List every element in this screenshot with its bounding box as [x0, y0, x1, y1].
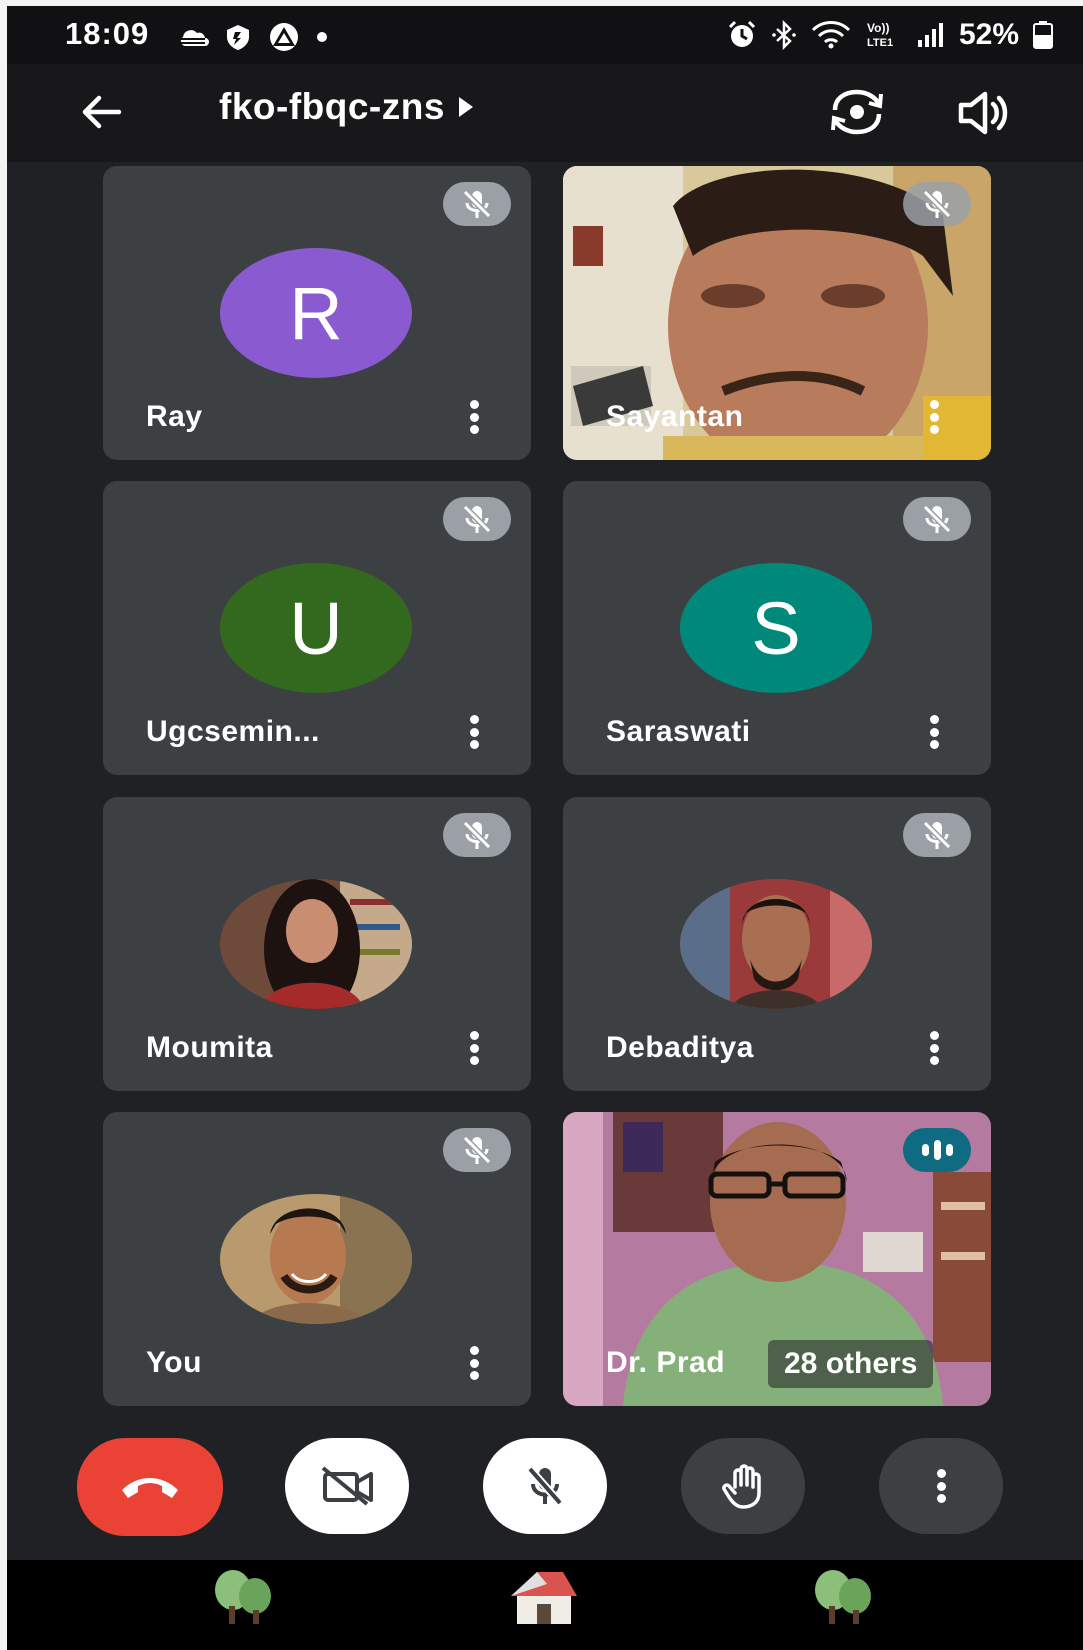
back-arrow-icon[interactable]	[75, 86, 127, 138]
participant-name: Ray	[146, 400, 203, 433]
participant-tile[interactable]: Debaditya	[563, 797, 991, 1091]
avatar: R	[220, 248, 412, 378]
participant-tile[interactable]: Dr. Prad 28 others	[563, 1112, 991, 1406]
trees-icon[interactable]	[809, 1568, 879, 1626]
avatar-photo	[220, 879, 412, 1009]
more-options-icon[interactable]	[929, 1031, 939, 1065]
mic-off-badge	[443, 182, 511, 226]
mic-off-icon	[922, 504, 952, 534]
svg-text:Vo)): Vo))	[867, 21, 889, 35]
alarm-icon	[728, 20, 756, 47]
mic-off-badge	[903, 182, 971, 226]
mic-off-badge	[903, 813, 971, 857]
raise-hand-icon	[722, 1464, 761, 1509]
others-count-badge[interactable]: 28 others	[768, 1340, 934, 1388]
more-options-icon[interactable]	[469, 715, 479, 749]
wifi-icon	[811, 21, 851, 49]
arrow-up-icon	[270, 23, 298, 51]
mic-off-icon	[527, 1466, 563, 1506]
meeting-app-bar: fko-fbqc-zns	[7, 64, 1083, 162]
shield-icon	[227, 25, 249, 50]
more-options-icon[interactable]	[469, 1031, 479, 1065]
avatar: S	[680, 563, 872, 693]
participant-name: You	[146, 1346, 202, 1379]
meeting-title-button[interactable]: fko-fbqc-zns	[219, 86, 473, 128]
call-controls	[7, 1390, 1083, 1536]
mic-off-badge	[903, 497, 971, 541]
meeting-code: fko-fbqc-zns	[219, 86, 445, 127]
participant-name: Dr. Prad	[606, 1346, 726, 1379]
participant-tile[interactable]: S Saraswati	[563, 481, 991, 775]
mic-off-icon	[462, 504, 492, 534]
camera-off-icon	[321, 1466, 373, 1506]
participant-name: Ugcsemin...	[146, 715, 320, 748]
mic-off-badge	[443, 813, 511, 857]
camera-toggle-button[interactable]	[285, 1438, 409, 1534]
chevron-right-icon	[458, 97, 473, 117]
more-options-icon[interactable]	[469, 400, 479, 434]
screen-edge	[0, 0, 7, 1650]
participant-name: Sayantan	[606, 400, 744, 433]
mic-toggle-button[interactable]	[483, 1438, 607, 1534]
battery-icon	[1033, 21, 1053, 49]
flip-camera-icon[interactable]	[827, 84, 887, 140]
participant-tile[interactable]: R Ray	[103, 166, 531, 460]
bluetooth-icon	[772, 20, 796, 50]
more-options-icon[interactable]	[929, 400, 939, 434]
mic-off-badge	[443, 497, 511, 541]
signal-icon	[917, 23, 943, 47]
participant-name: Moumita	[146, 1031, 273, 1064]
mic-off-icon	[462, 189, 492, 219]
mic-off-badge	[443, 1128, 511, 1172]
battery-percent: 52%	[958, 18, 1019, 51]
speaking-indicator-icon	[903, 1128, 971, 1172]
avatar: U	[220, 563, 412, 693]
status-time: 18:09	[65, 16, 150, 51]
more-options-icon[interactable]	[469, 1346, 479, 1380]
avatar-photo	[220, 1194, 412, 1324]
raise-hand-button[interactable]	[681, 1438, 805, 1534]
end-call-button[interactable]	[77, 1438, 223, 1536]
avatar-photo	[680, 879, 872, 1009]
cloud-icon	[180, 30, 209, 46]
more-options-icon[interactable]	[929, 715, 939, 749]
more-options-button[interactable]	[879, 1438, 1003, 1534]
more-options-icon	[936, 1469, 946, 1503]
speaker-icon[interactable]	[955, 86, 1009, 140]
mic-off-icon	[462, 820, 492, 850]
mic-off-icon	[922, 189, 952, 219]
dot-icon	[317, 32, 327, 42]
mic-off-icon	[922, 820, 952, 850]
participant-name: Debaditya	[606, 1031, 754, 1064]
participant-tile[interactable]: U Ugcsemin...	[103, 481, 531, 775]
home-icon[interactable]	[507, 1566, 581, 1626]
trees-icon[interactable]	[209, 1568, 279, 1626]
end-call-icon	[122, 1478, 178, 1498]
participant-tile[interactable]: Sayantan	[563, 166, 991, 460]
participant-tile-self[interactable]: You	[103, 1112, 531, 1406]
system-nav-bar	[7, 1560, 1083, 1650]
participant-tile[interactable]: Moumita	[103, 797, 531, 1091]
svg-text:LTE1: LTE1	[867, 37, 893, 49]
participant-name: Saraswati	[606, 715, 751, 748]
mic-off-icon	[462, 1135, 492, 1165]
status-bar: 18:09 Vo)) LTE1 52%	[7, 6, 1083, 64]
volte-icon: Vo)) LTE1	[867, 21, 893, 49]
